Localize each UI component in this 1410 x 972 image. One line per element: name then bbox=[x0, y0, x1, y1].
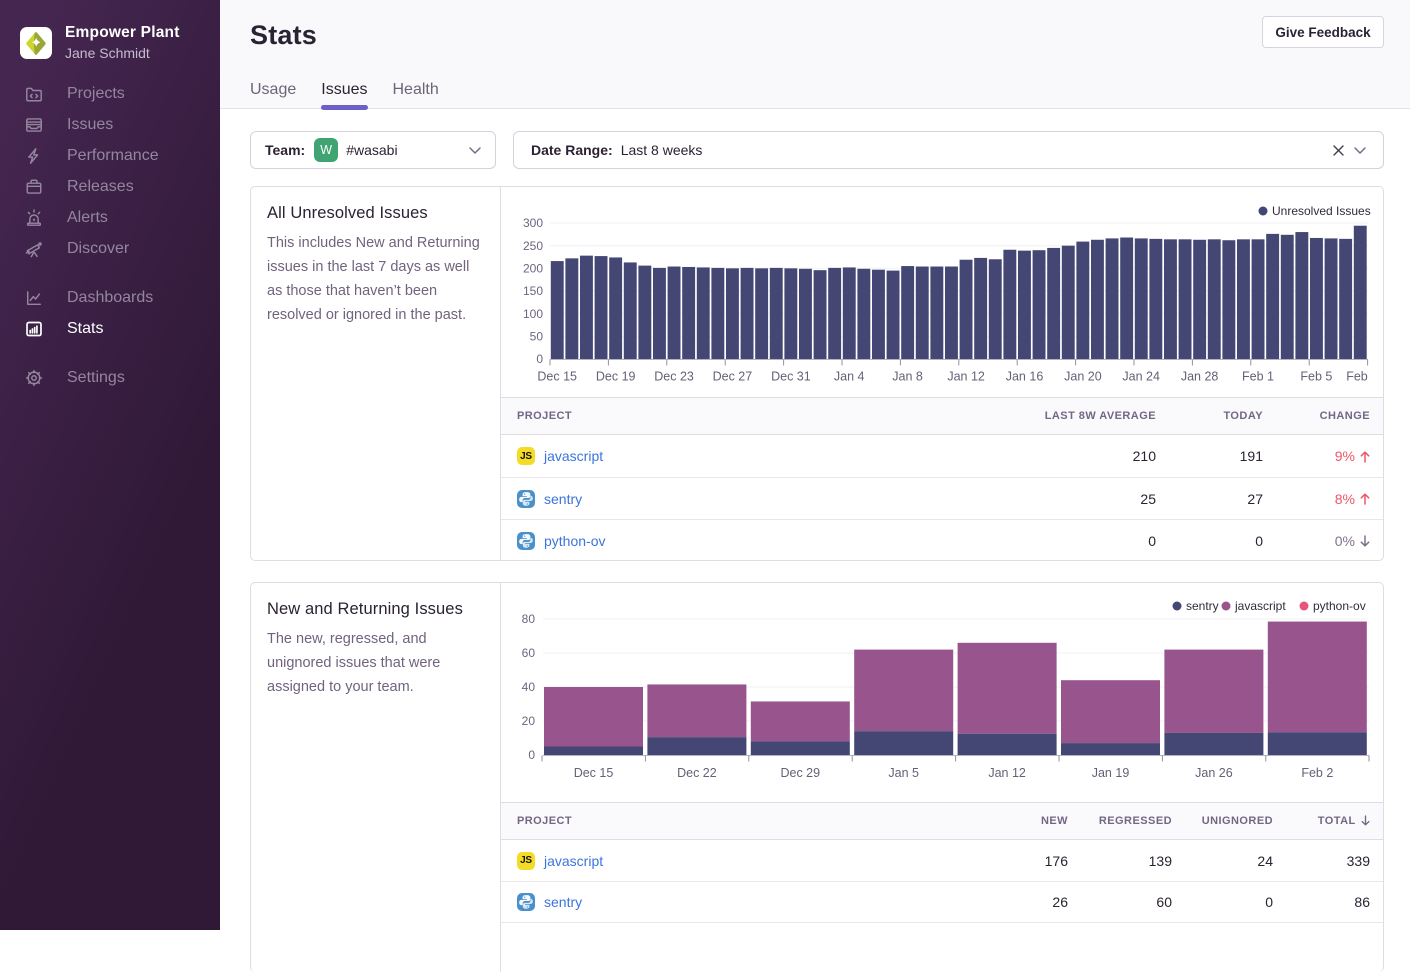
svg-text:200: 200 bbox=[523, 262, 543, 276]
svg-text:Feb 2: Feb 2 bbox=[1301, 766, 1333, 780]
svg-text:Jan 19: Jan 19 bbox=[1092, 766, 1130, 780]
svg-text:Feb: Feb bbox=[1346, 370, 1368, 384]
svg-text:Jan 12: Jan 12 bbox=[947, 370, 985, 384]
svg-text:Dec 29: Dec 29 bbox=[780, 766, 820, 780]
svg-text:250: 250 bbox=[523, 239, 543, 253]
svg-text:Jan 24: Jan 24 bbox=[1122, 370, 1160, 384]
svg-text:Feb 5: Feb 5 bbox=[1300, 370, 1332, 384]
svg-text:Jan 4: Jan 4 bbox=[834, 370, 865, 384]
svg-text:Jan 20: Jan 20 bbox=[1064, 370, 1102, 384]
svg-text:60: 60 bbox=[522, 646, 536, 660]
svg-text:Jan 26: Jan 26 bbox=[1195, 766, 1233, 780]
svg-text:40: 40 bbox=[522, 680, 536, 694]
svg-text:Jan 8: Jan 8 bbox=[892, 370, 923, 384]
svg-text:Dec 31: Dec 31 bbox=[771, 370, 811, 384]
svg-text:Jan 12: Jan 12 bbox=[988, 766, 1026, 780]
svg-text:Dec 27: Dec 27 bbox=[713, 370, 753, 384]
svg-text:Jan 5: Jan 5 bbox=[888, 766, 919, 780]
svg-text:150: 150 bbox=[523, 284, 543, 298]
svg-text:Dec 15: Dec 15 bbox=[574, 766, 614, 780]
svg-text:Dec 22: Dec 22 bbox=[677, 766, 717, 780]
svg-text:javascript: javascript bbox=[1234, 599, 1286, 613]
svg-text:python-ov: python-ov bbox=[1313, 599, 1366, 613]
svg-text:0: 0 bbox=[528, 748, 535, 762]
svg-text:Dec 15: Dec 15 bbox=[537, 370, 577, 384]
svg-text:Dec 19: Dec 19 bbox=[596, 370, 636, 384]
svg-text:Dec 23: Dec 23 bbox=[654, 370, 694, 384]
svg-text:80: 80 bbox=[522, 612, 536, 626]
svg-text:sentry: sentry bbox=[1186, 599, 1219, 613]
svg-text:100: 100 bbox=[523, 307, 543, 321]
svg-text:300: 300 bbox=[523, 216, 543, 230]
svg-text:50: 50 bbox=[530, 330, 544, 344]
svg-text:Feb 1: Feb 1 bbox=[1242, 370, 1274, 384]
svg-text:Jan 28: Jan 28 bbox=[1181, 370, 1219, 384]
svg-text:20: 20 bbox=[522, 714, 536, 728]
svg-text:Jan 16: Jan 16 bbox=[1006, 370, 1044, 384]
svg-text:0: 0 bbox=[536, 352, 543, 366]
svg-text:Unresolved Issues: Unresolved Issues bbox=[1272, 204, 1371, 218]
